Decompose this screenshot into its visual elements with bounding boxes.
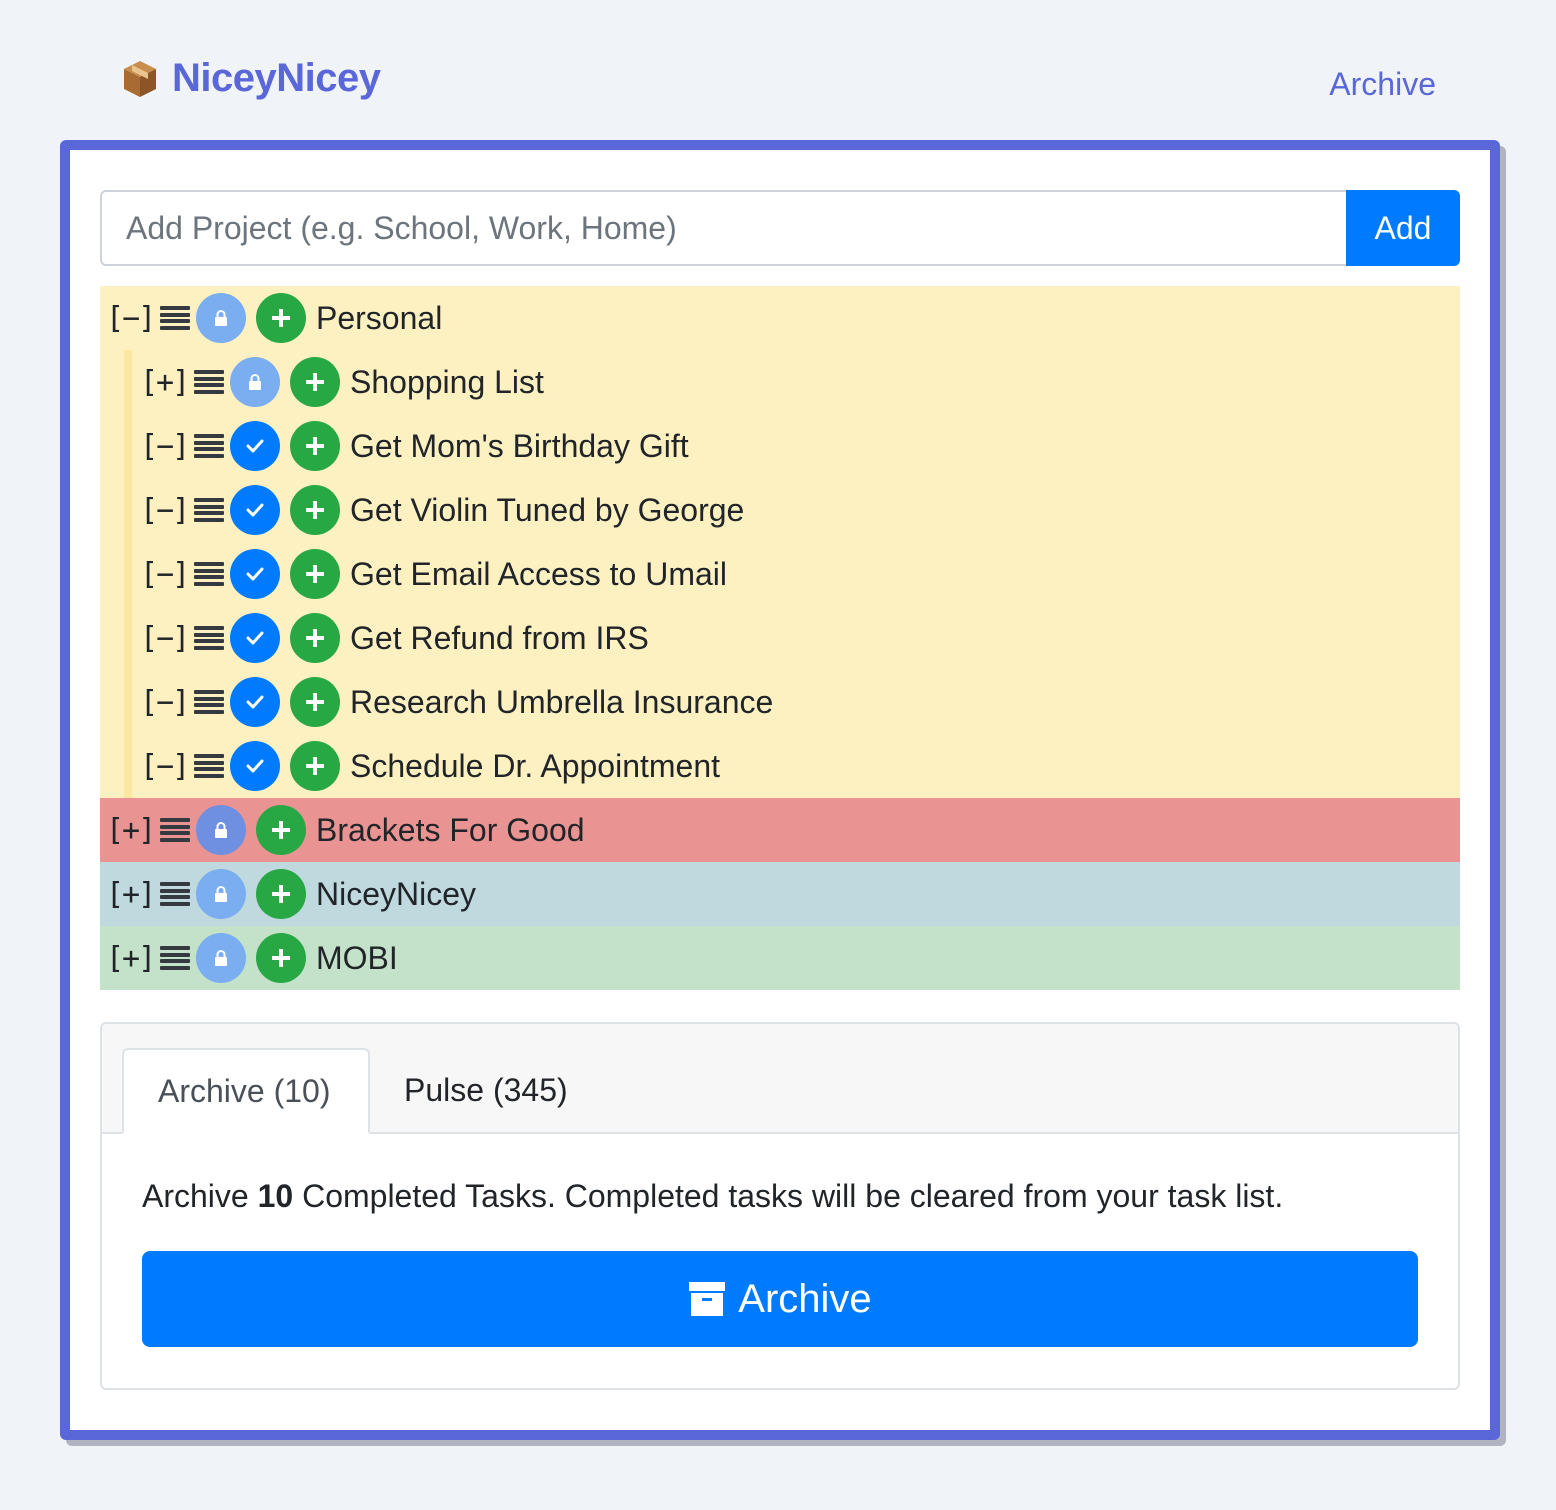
archive-text-pre: Archive (142, 1178, 258, 1214)
drag-handle-icon[interactable] (194, 626, 224, 650)
plus-icon[interactable] (290, 421, 340, 471)
check-icon[interactable] (230, 485, 280, 535)
task-row: [−] Get Refund from IRS (100, 606, 1460, 670)
add-project-form: Add (100, 190, 1460, 266)
brand-name: NiceyNicey (172, 56, 381, 100)
drag-handle-icon[interactable] (160, 946, 190, 970)
task-title[interactable]: Shopping List (350, 364, 544, 401)
archive-panel: Archive (10) Pulse (345) Archive 10 Comp… (100, 1022, 1460, 1390)
plus-icon[interactable] (256, 293, 306, 343)
lock-icon[interactable] (196, 293, 246, 343)
task-title[interactable]: Get Mom's Birthday Gift (350, 428, 689, 465)
collapse-toggle[interactable]: [−] (140, 429, 194, 464)
project-row: [+] MOBI (100, 926, 1460, 990)
archive-button[interactable]: Archive (142, 1251, 1418, 1347)
plus-icon[interactable] (256, 805, 306, 855)
archive-box-icon (688, 1281, 726, 1317)
plus-icon[interactable] (290, 357, 340, 407)
main-card: Add [−] Personal [+] Shopping List [−] (60, 140, 1500, 1440)
lock-icon[interactable] (230, 357, 280, 407)
collapse-toggle[interactable]: [−] (140, 749, 194, 784)
brand-logo[interactable]: NiceyNicey (120, 56, 381, 101)
task-row: [+] Shopping List (100, 350, 1460, 414)
project-title[interactable]: Brackets For Good (316, 812, 585, 849)
task-title[interactable]: Get Violin Tuned by George (350, 492, 744, 529)
project-title[interactable]: Personal (316, 300, 442, 337)
plus-icon[interactable] (290, 613, 340, 663)
task-title[interactable]: Research Umbrella Insurance (350, 684, 773, 721)
archive-button-label: Archive (738, 1276, 872, 1321)
drag-handle-icon[interactable] (160, 818, 190, 842)
nav-archive-link[interactable]: Archive (1329, 66, 1436, 103)
task-row: [−] Get Violin Tuned by George (100, 478, 1460, 542)
task-row: [−] Research Umbrella Insurance (100, 670, 1460, 734)
drag-handle-icon[interactable] (160, 306, 190, 330)
drag-handle-icon[interactable] (194, 434, 224, 458)
project-title[interactable]: MOBI (316, 940, 398, 977)
project-row: [+] NiceyNicey (100, 862, 1460, 926)
task-title[interactable]: Get Refund from IRS (350, 620, 649, 657)
lock-icon[interactable] (196, 869, 246, 919)
plus-icon[interactable] (290, 549, 340, 599)
lock-icon[interactable] (196, 805, 246, 855)
panel-body: Archive 10 Completed Tasks. Completed ta… (102, 1178, 1458, 1347)
collapse-toggle[interactable]: [−] (140, 685, 194, 720)
project-title[interactable]: NiceyNicey (316, 876, 476, 913)
collapse-toggle[interactable]: [−] (106, 301, 160, 336)
collapse-toggle[interactable]: [+] (106, 877, 160, 912)
add-project-button[interactable]: Add (1346, 190, 1460, 266)
plus-icon[interactable] (290, 741, 340, 791)
drag-handle-icon[interactable] (194, 754, 224, 778)
drag-handle-icon[interactable] (194, 498, 224, 522)
check-icon[interactable] (230, 613, 280, 663)
collapse-toggle[interactable]: [+] (106, 941, 160, 976)
plus-icon[interactable] (256, 933, 306, 983)
check-icon[interactable] (230, 421, 280, 471)
task-row: [−] Get Email Access to Umail (100, 542, 1460, 606)
plus-icon[interactable] (256, 869, 306, 919)
plus-icon[interactable] (290, 485, 340, 535)
add-project-input[interactable] (100, 190, 1346, 266)
check-icon[interactable] (230, 677, 280, 727)
panel-tabs: Archive (10) Pulse (345) (102, 1024, 1458, 1134)
task-row: [−] Get Mom's Birthday Gift (100, 414, 1460, 478)
check-icon[interactable] (230, 741, 280, 791)
archive-count: 10 (257, 1178, 294, 1214)
check-icon[interactable] (230, 549, 280, 599)
collapse-toggle[interactable]: [+] (106, 813, 160, 848)
drag-handle-icon[interactable] (194, 690, 224, 714)
project-row: [+] Brackets For Good (100, 798, 1460, 862)
task-title[interactable]: Get Email Access to Umail (350, 556, 727, 593)
drag-handle-icon[interactable] (194, 370, 224, 394)
task-row: [−] Schedule Dr. Appointment (100, 734, 1460, 798)
drag-handle-icon[interactable] (194, 562, 224, 586)
collapse-toggle[interactable]: [+] (140, 365, 194, 400)
lock-icon[interactable] (196, 933, 246, 983)
collapse-toggle[interactable]: [−] (140, 621, 194, 656)
tab-pulse[interactable]: Pulse (345) (370, 1048, 602, 1132)
archive-description: Archive 10 Completed Tasks. Completed ta… (142, 1178, 1418, 1215)
task-title[interactable]: Schedule Dr. Appointment (350, 748, 720, 785)
plus-icon[interactable] (290, 677, 340, 727)
drag-handle-icon[interactable] (160, 882, 190, 906)
project-row: [−] Personal (100, 286, 1460, 350)
box-icon (120, 59, 160, 99)
collapse-toggle[interactable]: [−] (140, 557, 194, 592)
tab-archive[interactable]: Archive (10) (122, 1048, 370, 1134)
top-navbar: NiceyNicey Archive (0, 0, 1556, 140)
project-group-personal: [−] Personal [+] Shopping List [−] Get M… (100, 286, 1460, 798)
collapse-toggle[interactable]: [−] (140, 493, 194, 528)
project-tree: [−] Personal [+] Shopping List [−] Get M… (100, 286, 1460, 990)
archive-text-post: Completed Tasks. Completed tasks will be… (293, 1178, 1284, 1214)
